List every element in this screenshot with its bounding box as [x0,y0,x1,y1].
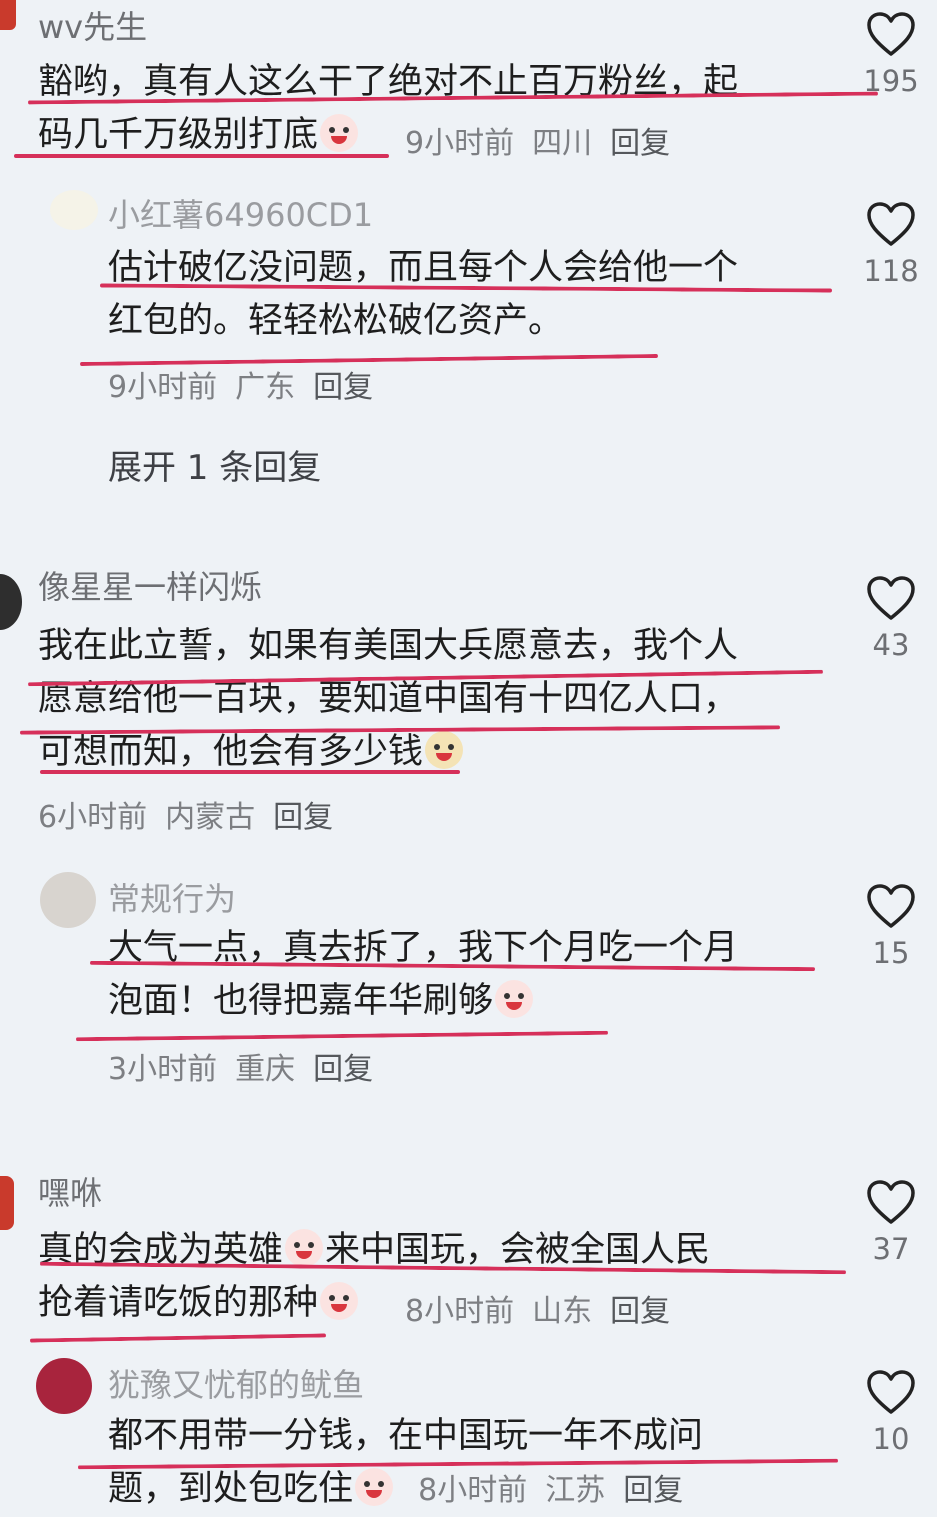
timestamp: 6小时前 [38,800,148,835]
reply-button[interactable]: 回复 [610,1294,670,1329]
location: 内蒙古 [165,800,256,835]
location: 江苏 [545,1473,606,1508]
reply-button[interactable]: 回复 [610,126,670,161]
annotation-line [29,1333,327,1343]
heart-outline-icon [867,202,915,246]
comment-line: 码几千万级别打底 [38,115,319,155]
timestamp: 3小时前 [108,1052,218,1087]
annotation-line [75,1030,609,1042]
avatar[interactable] [0,574,22,630]
comment-meta: 8小时前 江苏 回复 [418,1473,701,1508]
heart-outline-icon [867,1370,915,1414]
username[interactable]: wv先生 [38,2,147,48]
heart-outline-icon [867,12,915,56]
comment-line: 都不用带一分钱，在中国玩一年不成问 [108,1416,704,1456]
timestamp: 8小时前 [418,1473,528,1508]
like-button[interactable]: 15 [851,884,931,970]
like-count: 118 [863,254,919,288]
comment-line: 题，到处包吃住 [108,1469,354,1509]
reply-button[interactable]: 回复 [313,1052,373,1087]
like-count: 15 [872,936,910,970]
heart-outline-icon [867,576,915,620]
timestamp: 8小时前 [405,1294,515,1329]
comment-line: 来中国玩，会被全国人民 [325,1230,711,1270]
comment-meta: 8小时前 山东 回复 [405,1286,688,1330]
laughing-crying-emoji-icon [285,1229,324,1267]
comment-line: 我在此立誓，如果有美国大兵愿意去，我个人 [38,626,739,666]
reply-button[interactable]: 回复 [273,800,333,835]
comment-meta: 9小时前 广东 回复 [108,362,391,406]
laughing-crying-emoji-icon [355,1468,394,1506]
like-count: 37 [872,1232,910,1266]
heart-outline-icon [867,1180,915,1224]
timestamp: 9小时前 [405,126,515,161]
username[interactable]: 像星星一样闪烁 [38,562,262,608]
comment-meta: 9小时前 四川 回复 [405,118,688,162]
annotation-line [40,770,460,774]
like-button[interactable]: 118 [851,202,931,288]
comment-text: 我在此立誓，如果有美国大兵愿意去，我个人 愿意给他一百块，要知道中国有十四亿人口… [38,620,838,779]
like-button[interactable]: 43 [851,576,931,662]
username[interactable]: 小红薯64960CD1 [108,190,373,236]
avatar[interactable] [36,1358,92,1414]
comment-meta: 3小时前 重庆 回复 [108,1044,391,1088]
location: 重庆 [235,1052,296,1087]
expand-replies-button[interactable]: 展开 1 条回复 [108,440,321,489]
like-button[interactable]: 195 [851,12,931,98]
like-count: 10 [872,1422,910,1456]
location: 广东 [235,370,296,405]
username[interactable]: 犹豫又忧郁的鱿鱼 [108,1360,364,1406]
comment-meta: 6小时前 内蒙古 回复 [38,792,351,836]
username[interactable]: 常规行为 [108,874,236,920]
dog-emoji-icon [425,731,464,769]
laughing-crying-emoji-icon [320,114,359,152]
comment-line: 红包的。轻轻松松破亿资产。 [108,301,564,341]
location: 山东 [532,1294,593,1329]
avatar[interactable] [50,190,98,230]
reply-button[interactable]: 回复 [623,1473,683,1508]
comment-text: 估计破亿没问题，而且每个人会给他一个 红包的。轻轻松松破亿资产。 [108,242,838,348]
location: 四川 [532,126,593,161]
annotation-line [14,154,389,158]
comment-line: 可想而知，他会有多少钱 [38,732,424,772]
avatar[interactable] [0,0,16,30]
laughing-crying-emoji-icon [320,1282,359,1320]
like-count: 43 [872,628,910,662]
comment-text: 大气一点，真去拆了，我下个月吃一个月 泡面！也得把嘉年华刷够 [108,922,838,1028]
avatar[interactable] [40,872,96,928]
timestamp: 9小时前 [108,370,218,405]
avatar[interactable] [0,1176,14,1230]
comment-line: 泡面！也得把嘉年华刷够 [108,981,494,1021]
comment-line: 抢着请吃饭的那种 [38,1283,319,1323]
like-button[interactable]: 10 [851,1370,931,1456]
like-button[interactable]: 37 [851,1180,931,1266]
laughing-crying-emoji-icon [495,980,534,1018]
heart-outline-icon [867,884,915,928]
reply-button[interactable]: 回复 [313,370,373,405]
username[interactable]: 嘿咻 [38,1168,102,1214]
